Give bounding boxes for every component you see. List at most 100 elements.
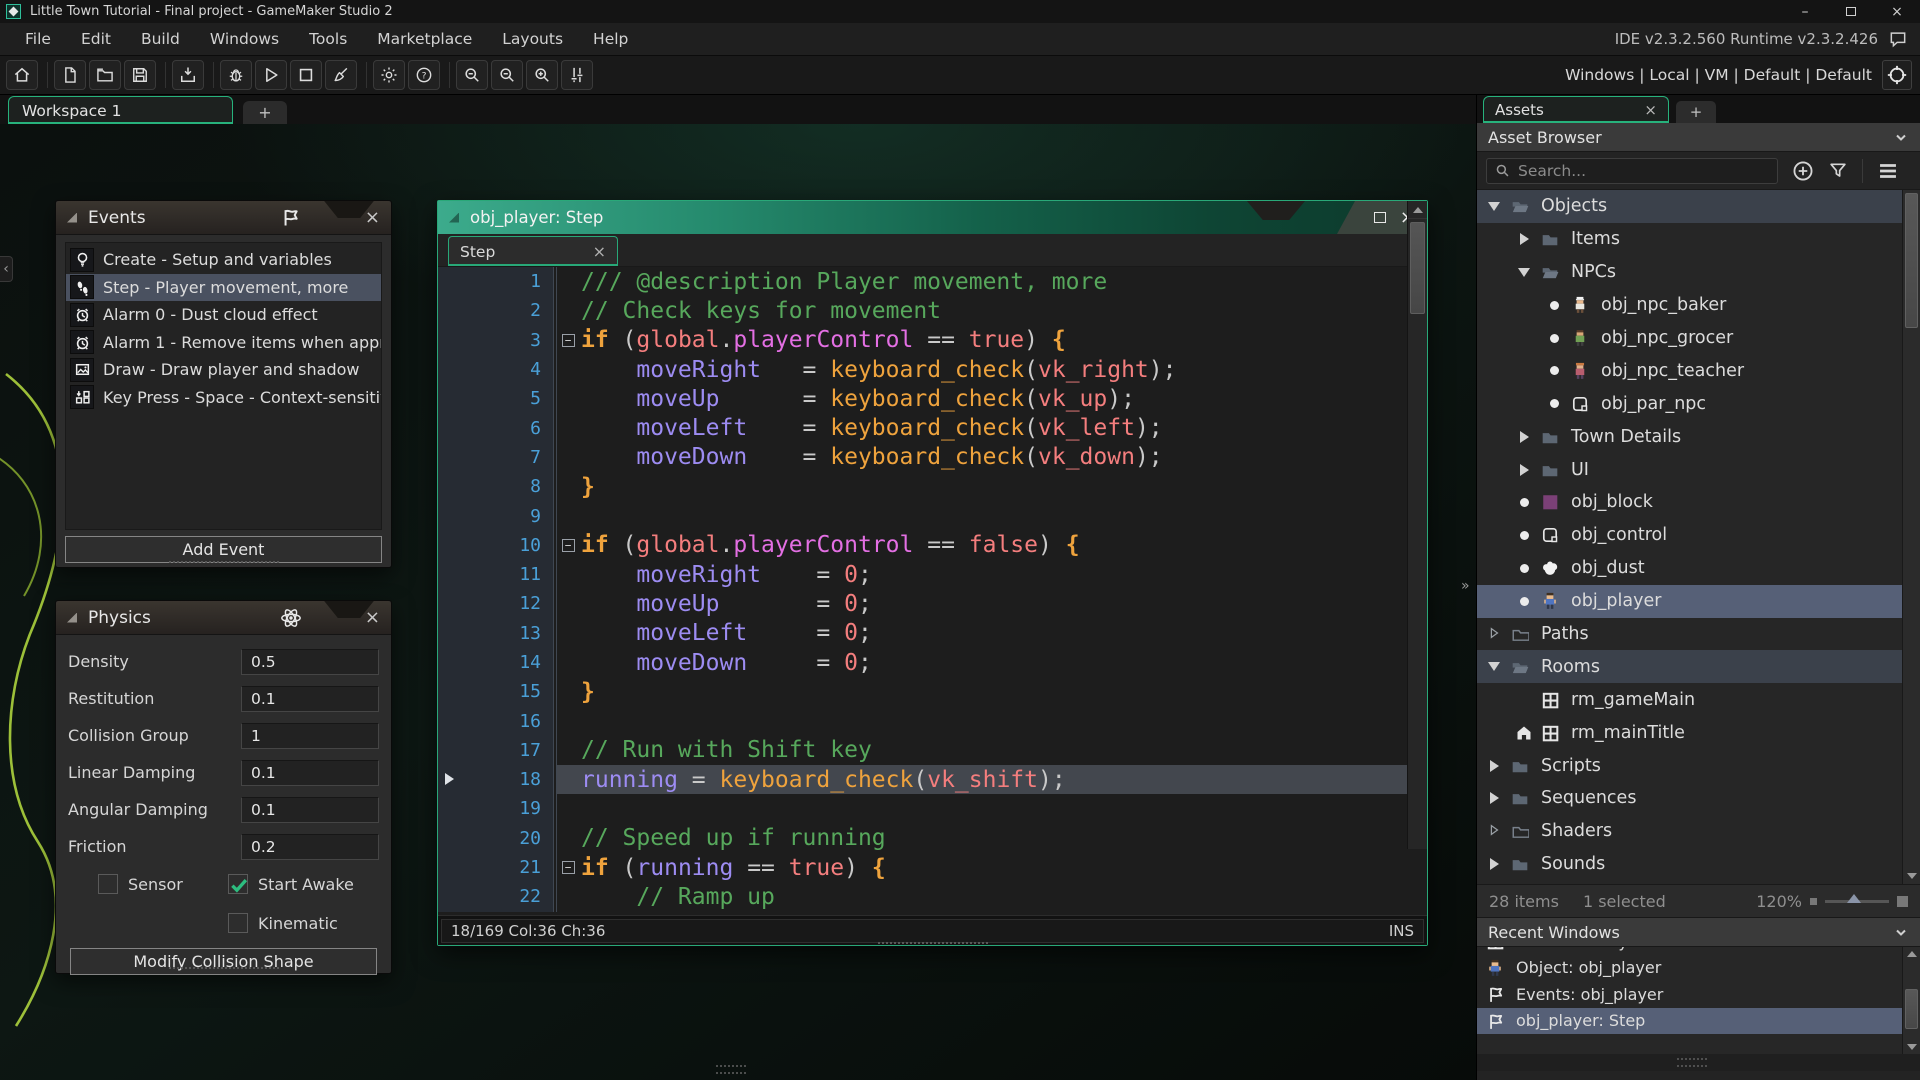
code-line-content[interactable]: moveDown = 0; [556,647,1427,678]
code-line-content[interactable]: − if (running == true) { [556,852,1427,883]
tree-arrow-icon[interactable] [1485,822,1503,841]
breakpoint-margin[interactable] [438,501,502,531]
code-line-content[interactable]: moveLeft = 0; [556,618,1427,648]
tree-item-obj_player[interactable]: obj_player [1477,584,1920,618]
collapsed-dock-arrow[interactable]: ‹ [0,256,13,282]
collapse-triangle-icon[interactable] [449,212,459,223]
dock-hint[interactable] [1677,1058,1707,1067]
code-line-content[interactable]: // Run with Shift key [556,735,1427,766]
line-number[interactable]: 13 [502,618,554,648]
breakpoint-margin[interactable] [438,530,502,560]
code-line[interactable]: 9 [438,501,1427,531]
zoom-reset-button[interactable] [491,60,523,90]
code-line-content[interactable]: running = keyboard_check(vk_shift); [556,765,1427,795]
tree-arrow-icon[interactable] [1485,625,1503,644]
breakpoint-margin[interactable] [438,794,502,824]
menu-item-file[interactable]: File [10,23,66,55]
tree-arrow-icon[interactable] [1515,430,1533,443]
tree-item-scripts[interactable]: Scripts [1477,749,1920,782]
code-line[interactable]: 11 moveRight = 0; [438,559,1427,590]
breakpoint-margin[interactable] [438,882,502,912]
fold-collapse-icon[interactable]: − [561,538,575,552]
code-line-content[interactable]: moveLeft = keyboard_check(vk_left); [556,413,1427,443]
tab-assets[interactable]: Assets × [1483,96,1669,123]
breakpoint-margin[interactable] [438,442,502,473]
home-button[interactable] [6,60,38,90]
code-line[interactable]: 15} [438,677,1427,707]
line-number[interactable]: 4 [502,354,554,385]
menu-button[interactable] [1877,160,1899,182]
line-number[interactable]: 15 [502,677,554,707]
breakpoint-margin[interactable] [438,706,502,736]
physics-field-input[interactable]: 1 [241,722,379,749]
code-line[interactable]: 16 [438,706,1427,736]
line-number[interactable]: 21 [502,852,554,883]
code-line-content[interactable]: moveRight = keyboard_check(vk_right); [556,354,1427,385]
dock-hint[interactable] [716,1065,746,1074]
recent-windows-dropdown[interactable]: Recent Windows [1477,917,1920,947]
line-number[interactable]: 20 [502,823,554,853]
breakpoint-margin[interactable] [438,413,502,443]
code-line[interactable]: 1 /// @description Player movement, more [438,267,1427,297]
physics-field-input[interactable]: 0.2 [241,833,379,860]
add-asset-button[interactable] [1792,160,1814,182]
scroll-down-arrow[interactable] [1907,1044,1917,1050]
tree-arrow-icon[interactable] [1485,662,1503,672]
code-line[interactable]: 7 moveDown = keyboard_check(vk_down); [438,442,1427,473]
line-number[interactable]: 18 [502,765,554,795]
tree-item-objects[interactable]: Objects [1477,190,1920,223]
tree-arrow-icon[interactable] [1515,233,1533,246]
scroll-up-arrow[interactable] [1408,201,1427,219]
line-number[interactable]: 7 [502,442,554,473]
breakpoint-margin[interactable] [438,852,502,883]
tree-arrow-icon[interactable] [1485,201,1503,211]
code-line[interactable]: 14 moveDown = 0; [438,647,1427,678]
physics-field-input[interactable]: 0.1 [241,759,379,786]
code-line[interactable]: 19 [438,794,1427,824]
resize-grip[interactable] [168,561,279,565]
run-button[interactable] [255,60,287,90]
event-item[interactable]: Key Press - Space - Context-sensitive ac… [66,384,381,412]
line-number[interactable]: 1 [502,267,554,297]
breakpoint-margin[interactable] [438,325,502,355]
add-workspace-button[interactable]: + [243,101,287,124]
zoom-slider-thumb[interactable] [1847,893,1861,903]
breakpoint-margin[interactable] [438,765,502,795]
code-line-content[interactable] [556,794,1427,824]
breakpoint-margin[interactable] [438,296,502,326]
line-number[interactable]: 19 [502,794,554,824]
tree-item-sequences[interactable]: Sequences [1477,782,1920,815]
breakpoint-margin[interactable] [438,677,502,707]
code-line[interactable]: 2 // Check keys for movement [438,296,1427,326]
code-line-content[interactable]: moveUp = 0; [556,589,1427,619]
recent-scrollbar[interactable] [1902,947,1920,1054]
code-line[interactable]: 6 moveLeft = keyboard_check(vk_left); [438,413,1427,443]
code-window-header[interactable]: obj_player: Step × [438,201,1427,234]
tree-arrow-icon[interactable] [1485,858,1503,871]
debug-button[interactable] [220,60,252,90]
tab-step[interactable]: Step × [448,236,618,266]
scrollbar-thumb[interactable] [1905,193,1918,328]
code-line-content[interactable]: − if (global.playerControl == false) { [556,530,1427,560]
tree-item-town-details[interactable]: Town Details [1477,420,1920,453]
code-line[interactable]: 4 moveRight = keyboard_check(vk_right); [438,354,1427,385]
close-button[interactable]: × [1874,0,1920,23]
minimize-button[interactable]: – [1782,0,1828,23]
settings-button[interactable] [373,60,405,90]
code-line-content[interactable]: } [556,472,1427,502]
target-manager-button[interactable] [1882,60,1912,90]
line-number[interactable]: 22 [502,882,554,912]
tree-item-obj_npc_grocer[interactable]: obj_npc_grocer [1477,322,1920,355]
breakpoint-margin[interactable] [438,354,502,385]
code-line-content[interactable]: /// @description Player movement, more [556,267,1427,297]
target-config-text[interactable]: Windows | Local | VM | Default | Default [1565,66,1872,84]
tree-item-rm_maintitle[interactable]: rm_mainTitle [1477,716,1920,749]
maximize-button[interactable] [1828,0,1874,23]
tree-item-paths[interactable]: Paths [1477,618,1920,651]
line-number[interactable]: 17 [502,735,554,766]
tree-arrow-icon[interactable] [1515,463,1533,476]
kinematic-checkbox[interactable] [228,913,248,933]
breakpoint-margin[interactable] [438,618,502,648]
menu-item-marketplace[interactable]: Marketplace [362,23,487,55]
event-item[interactable]: Step - Player movement, more [66,273,381,301]
